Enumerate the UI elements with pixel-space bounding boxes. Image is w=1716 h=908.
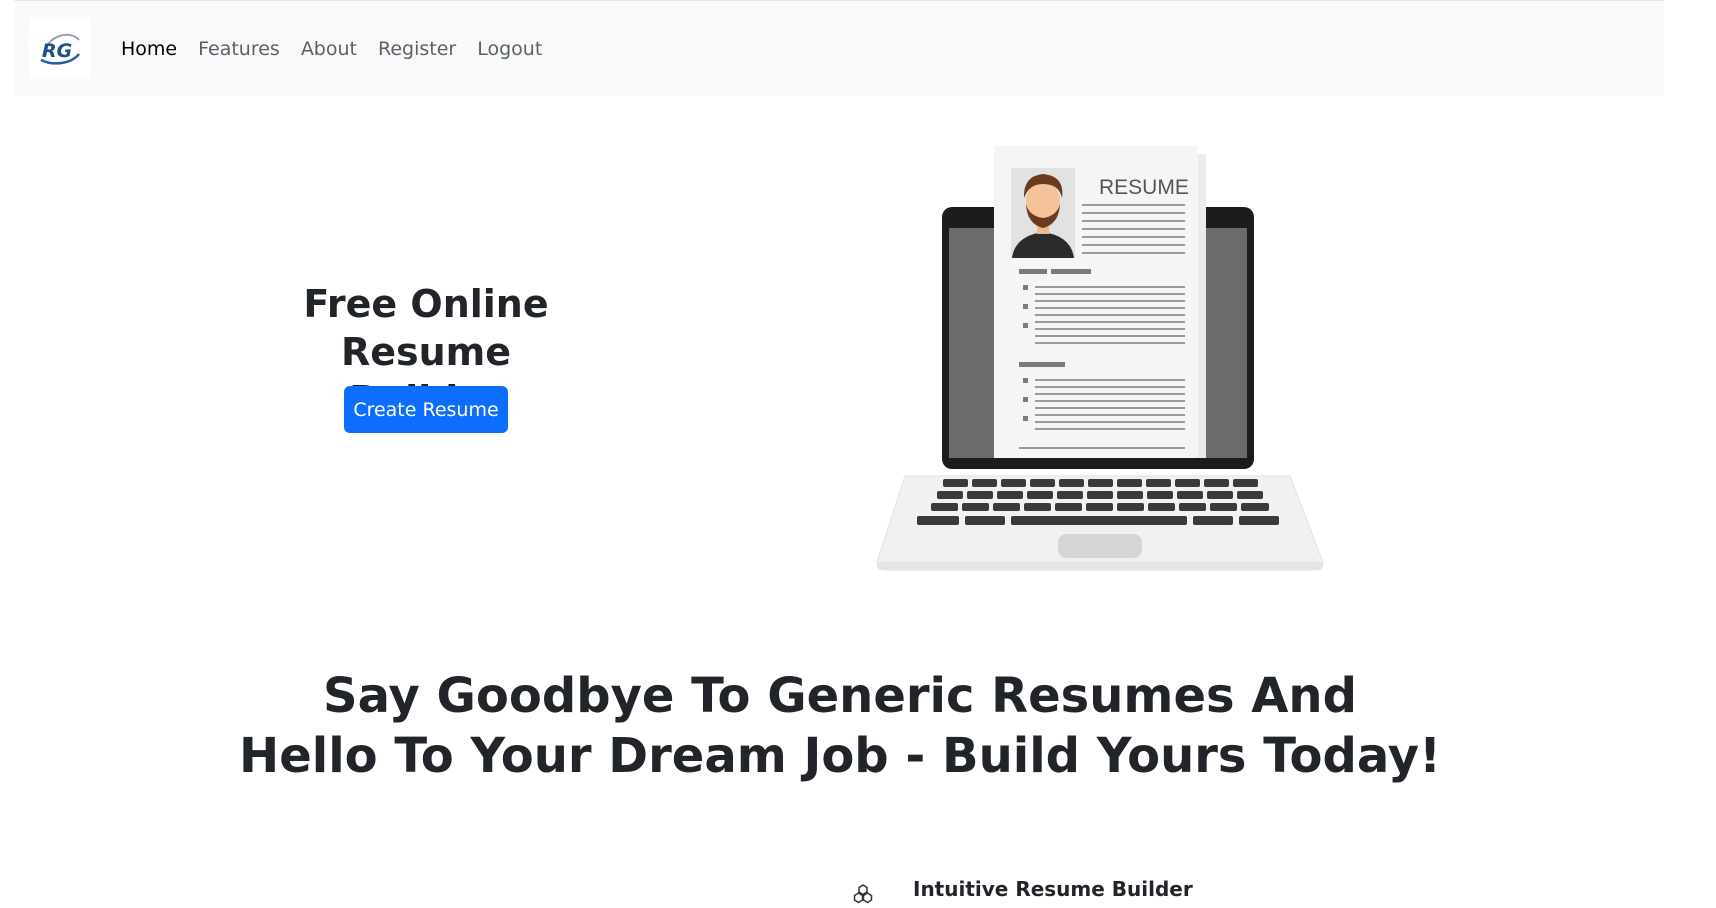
tagline-line2: Hello To Your Dream Job - Build Yours To… [239, 728, 1441, 784]
tagline-line1: Say Goodbye To Generic Resumes And [323, 668, 1357, 724]
feature-title-intuitive-builder: Intuitive Resume Builder [913, 877, 1193, 901]
logo-text: RG [42, 40, 72, 62]
cubes-icon [853, 884, 873, 904]
navbar: RG Home Features About Register Logout [14, 0, 1664, 96]
nav-link-features[interactable]: Features [198, 38, 280, 60]
nav-link-register[interactable]: Register [378, 38, 456, 60]
nav-link-home[interactable]: Home [121, 38, 177, 60]
laptop-resume-illustration: RESUME [876, 146, 1324, 571]
tagline-heading: Say Goodbye To Generic Resumes And Hello… [0, 666, 1680, 786]
create-resume-button[interactable]: Create Resume [344, 386, 508, 433]
resume-label: RESUME [1099, 176, 1189, 199]
nav-link-logout[interactable]: Logout [477, 38, 542, 60]
hero-title-line1: Free Online Resume [303, 282, 549, 374]
brand-logo[interactable]: RG [29, 17, 91, 79]
rg-logo-icon: RG [40, 33, 80, 65]
nav-link-about[interactable]: About [301, 38, 357, 60]
nav-links: Home Features About Register Logout [121, 1, 563, 97]
